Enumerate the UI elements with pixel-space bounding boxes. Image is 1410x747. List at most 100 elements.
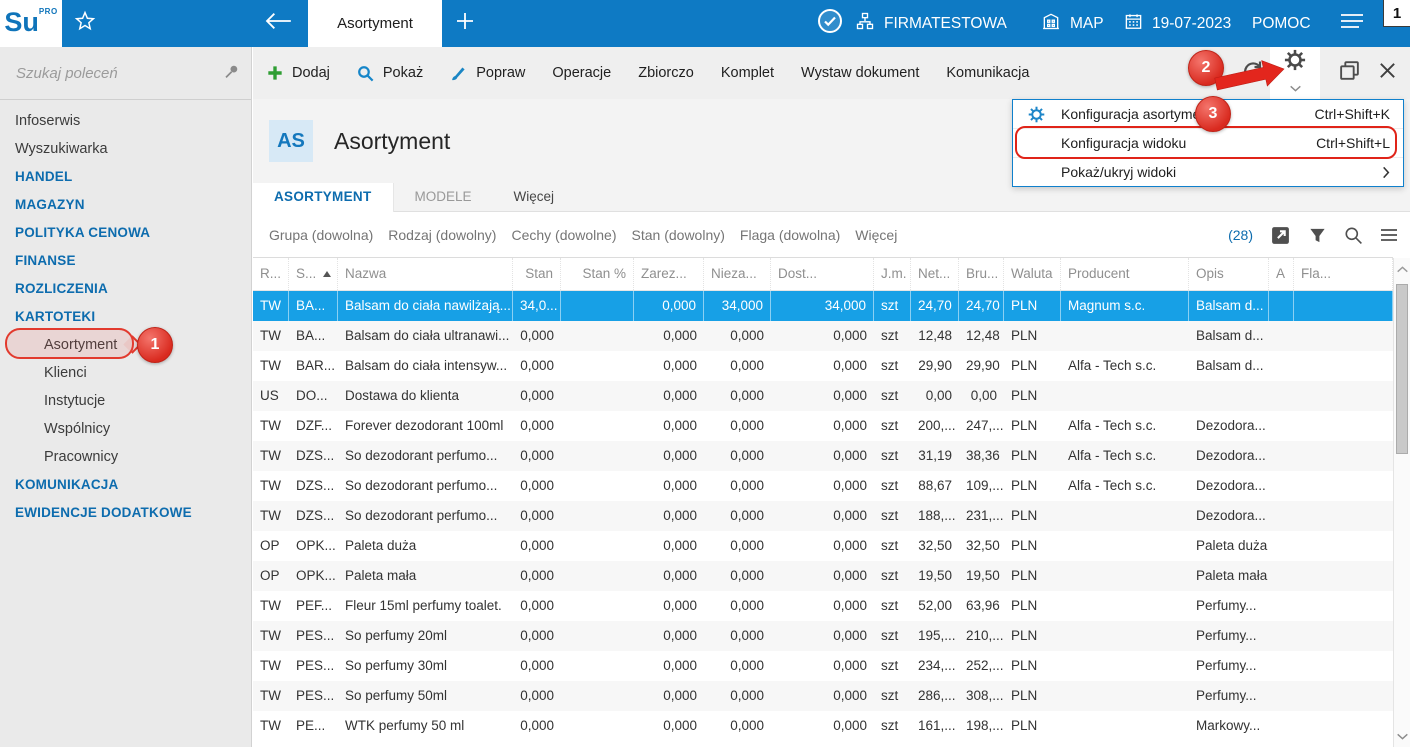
table-row[interactable]: TWPES...So perfumy 20ml0,0000,0000,0000,… [253,621,1393,651]
help-button[interactable]: POMOC [1252,0,1311,47]
cell-nieza: 0,000 [704,531,771,561]
filter-flaga-dowolna[interactable]: Flaga (dowolna) [740,227,840,243]
search-icon[interactable] [1344,226,1363,245]
company-menu[interactable]: FIRMATESTOWA [855,0,1007,47]
filter-wi-cej[interactable]: Więcej [855,227,897,243]
menu-item-label: Pokaż/ukryj widoki [1061,164,1372,180]
toolbar-button-zbiorczo[interactable]: Zbiorczo [638,65,694,81]
table-row[interactable]: TWPE...WTK perfumy 50 ml0,0000,0000,0000… [253,711,1393,741]
table-row[interactable]: TWDZS...So dezodorant perfumo...0,0000,0… [253,441,1393,471]
sidebar-item-finanse[interactable]: FINANSE [0,247,251,275]
sidebar-item-komunikacja[interactable]: KOMUNIKACJA [0,471,251,499]
tab-modele[interactable]: MODELE [394,183,493,211]
cell-dost: 0,000 [771,711,874,741]
table-row[interactable]: TWDZF...Forever dezodorant 100ml0,0000,0… [253,411,1393,441]
list-options-icon[interactable] [1380,228,1398,242]
favorites-button[interactable] [74,0,96,47]
toolbar-button-poka[interactable]: Pokaż [357,65,423,82]
cell-stan: 0,000 [513,411,561,441]
module-badge: AS [269,120,313,162]
date-menu[interactable]: 19-07-2023 [1124,0,1231,47]
toolbar-button-wystaw-dokument[interactable]: Wystaw dokument [801,65,919,81]
pin-icon[interactable] [223,62,241,85]
table-row[interactable]: OPOPK...Paleta mała0,0000,0000,0000,000s… [253,561,1393,591]
table-row[interactable]: TWPES...So perfumy 30ml0,0000,0000,0000,… [253,651,1393,681]
column-header-r[interactable]: R... [253,258,289,290]
app-logo[interactable]: Su PRO [0,0,62,47]
toolbar-button-komplet[interactable]: Komplet [721,65,774,81]
filter-grupa-dowolna[interactable]: Grupa (dowolna) [269,227,373,243]
warehouse-menu[interactable]: MAP [1041,0,1104,47]
grid-header: R...S...NazwaStanStan %Zarez...Nieza...D… [253,258,1393,291]
table-row[interactable]: TWDZS...So dezodorant perfumo...0,0000,0… [253,501,1393,531]
grid-body: TWBA...Balsam do ciała nawilżają...34,0.… [253,291,1393,741]
table-row[interactable]: TWDZS...So dezodorant perfumo...0,0000,0… [253,471,1393,501]
scroll-up-icon[interactable] [1394,261,1410,277]
search-input[interactable] [14,64,223,83]
sidebar-item-instytucje[interactable]: Instytucje [0,387,251,415]
window-tab-asortyment[interactable]: Asortyment [308,0,442,47]
sidebar-item-wyszukiwarka[interactable]: Wyszukiwarka [0,135,251,163]
close-button[interactable] [1378,47,1397,99]
column-header-s[interactable]: S... [289,258,338,290]
status-indicator[interactable] [817,0,843,47]
toolbar-button-operacje[interactable]: Operacje [552,65,611,81]
tab-asortyment[interactable]: ASORTYMENT [253,183,394,212]
sidebar-item-infoserwis[interactable]: Infoserwis [0,107,251,135]
cell-producent: Alfa - Tech s.c. [1061,471,1189,501]
toolbar-button-komunikacja[interactable]: Komunikacja [946,65,1029,81]
cell-j-m: szt [874,531,911,561]
submenu-arrow-icon [1382,166,1390,179]
column-header-bru[interactable]: Bru... [959,258,1004,290]
column-header-a[interactable]: A [1269,258,1294,290]
sidebar-item-magazyn[interactable]: MAGAZYN [0,191,251,219]
table-row[interactable]: OPOPK...Paleta duża0,0000,0000,0000,000s… [253,531,1393,561]
column-header-stan[interactable]: Stan [513,258,561,290]
table-row[interactable]: TWPEF...Fleur 15ml perfumy toalet.0,0000… [253,591,1393,621]
column-header-fla[interactable]: Fla... [1294,258,1393,290]
sidebar-item-ewidencje-dodatkowe[interactable]: EWIDENCJE DODATKOWE [0,499,251,527]
column-header-j-m[interactable]: J.m. [874,258,911,290]
sidebar-item-rozliczenia[interactable]: ROZLICZENIA [0,275,251,303]
toolbar-button-popraw[interactable]: Popraw [450,65,525,82]
sidebar-item-kartoteki[interactable]: KARTOTEKI [0,303,251,331]
vertical-scrollbar[interactable] [1393,258,1410,747]
calendar-icon [1124,12,1143,36]
table-row[interactable]: TWBA...Balsam do ciała ultranawi...0,000… [253,321,1393,351]
new-tab-button[interactable] [455,0,475,47]
sidebar-item-polityka-cenowa[interactable]: POLITYKA CENOWA [0,219,251,247]
export-icon[interactable] [1270,225,1291,246]
scrollbar-thumb[interactable] [1396,284,1408,454]
scroll-down-icon[interactable] [1394,728,1410,744]
column-header-nazwa[interactable]: Nazwa [338,258,513,290]
detach-window-button[interactable] [1338,47,1361,99]
main-menu-button[interactable] [1340,0,1364,47]
column-header-opis[interactable]: Opis [1189,258,1269,290]
column-header-producent[interactable]: Producent [1061,258,1189,290]
table-row[interactable]: TWBA...Balsam do ciała nawilżają...34,0.… [253,291,1393,321]
filter-stan-dowolny[interactable]: Stan (dowolny) [632,227,725,243]
toolbar-button-dodaj[interactable]: Dodaj [267,65,330,81]
sidebar-item-klienci[interactable]: Klienci [0,359,251,387]
tab-wi-cej[interactable]: Więcej [493,183,576,211]
table-row[interactable]: USDO...Dostawa do klienta0,0000,0000,000… [253,381,1393,411]
column-header-dost[interactable]: Dost... [771,258,874,290]
back-button[interactable] [263,0,293,47]
cell-producent [1061,321,1189,351]
column-header-nieza[interactable]: Nieza... [704,258,771,290]
filter-rodzaj-dowolny[interactable]: Rodzaj (dowolny) [388,227,496,243]
table-row[interactable]: TWBAR...Balsam do ciała intensyw...0,000… [253,351,1393,381]
column-header-zarez[interactable]: Zarez... [634,258,704,290]
column-header-waluta[interactable]: Waluta [1004,258,1061,290]
column-header-net[interactable]: Net... [911,258,959,290]
cell-dost: 0,000 [771,561,874,591]
sidebar-item-handel[interactable]: HANDEL [0,163,251,191]
sidebar-item-pracownicy[interactable]: Pracownicy [0,443,251,471]
filter-funnel-icon[interactable] [1308,226,1327,245]
sidebar-item-wsp-lnicy[interactable]: Wspólnicy [0,415,251,443]
cell-opis: Dezodora... [1189,471,1269,501]
table-row[interactable]: TWPES...So perfumy 50ml0,0000,0000,0000,… [253,681,1393,711]
menu-item-poka-ukryj-widoki[interactable]: Pokaż/ukryj widoki [1013,157,1403,186]
column-header-stan[interactable]: Stan % [561,258,634,290]
filter-cechy-dowolne[interactable]: Cechy (dowolne) [511,227,616,243]
